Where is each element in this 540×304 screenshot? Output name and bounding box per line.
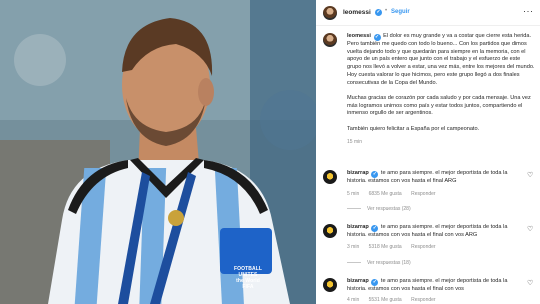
comment-likes[interactable]: 6835 Me gusta (369, 191, 402, 197)
comment-verified-icon: ✓ (371, 279, 379, 286)
caption-username[interactable]: leomessi (347, 33, 371, 39)
post-side-panel: leomessi ✓ • Seguir ··· leomessi ✓ El do… (316, 0, 540, 304)
messi-photo-illustration (0, 0, 316, 304)
reply-button[interactable]: Responder (411, 244, 435, 250)
comment-time: 4 min (347, 297, 360, 303)
caption-paragraph-3: También quiero felicitar a España por el… (347, 125, 480, 132)
comment-meta: 4 min 5531 Me gusta Responder (347, 297, 444, 303)
comment-meta: 5 min 6835 Me gusta Responder (347, 191, 444, 197)
view-replies-link[interactable]: Ver respuestas (28) (347, 206, 411, 212)
caption-author-avatar[interactable] (323, 33, 337, 47)
post-photo: FOOTBALL UNITES the World FIFA (0, 0, 316, 304)
like-comment-icon[interactable]: ♡ (527, 280, 534, 287)
comment-likes[interactable]: 5318 Me gusta (369, 244, 402, 250)
comment-text: bizarrap ✓ te amo para siempre. el mejor… (347, 170, 527, 186)
comment-username[interactable]: bizarrap (347, 170, 369, 176)
comment-likes[interactable]: 5531 Me gusta (369, 297, 402, 303)
reply-button[interactable]: Responder (411, 297, 435, 303)
comment-avatar[interactable] (323, 224, 337, 238)
comment-username[interactable]: bizarrap (347, 224, 369, 230)
caption-paragraph-2: Muchas gracias de corazón por cada salud… (347, 94, 531, 117)
view-replies-label[interactable]: Ver respuestas (18) (367, 260, 411, 266)
comment-time: 5 min (347, 191, 360, 197)
view-replies-link[interactable]: Ver respuestas (18) (347, 260, 411, 266)
comment-verified-icon: ✓ (371, 225, 379, 232)
comment-avatar[interactable] (323, 278, 337, 292)
view-replies-label[interactable]: Ver respuestas (28) (367, 206, 411, 212)
author-avatar[interactable] (323, 6, 337, 20)
comment-text: bizarrap ✓ te amo para siempre. el mejor… (347, 278, 527, 294)
comment-time: 3 min (347, 244, 360, 250)
armband-line-4: FIFA (242, 284, 254, 290)
separator-dot: • (385, 8, 388, 14)
replies-divider (347, 208, 361, 210)
comment-avatar[interactable] (323, 170, 337, 184)
like-comment-icon[interactable]: ♡ (527, 226, 534, 233)
comment-verified-icon: ✓ (371, 171, 379, 178)
caption-verified-icon: ✓ (373, 34, 381, 41)
follow-button[interactable]: Seguir (391, 9, 410, 15)
armband-text: FOOTBALL UNITES the World FIFA (226, 266, 270, 290)
verified-icon: ✓ (375, 9, 382, 16)
replies-divider (347, 262, 361, 264)
caption-paragraph-1: El dolor es muy grande y va a costar que… (347, 33, 535, 86)
comment-username[interactable]: bizarrap (347, 278, 369, 284)
post-caption: leomessi ✓ El dolor es muy grande y va a… (347, 33, 535, 147)
reply-button[interactable]: Responder (411, 191, 435, 197)
post-header: leomessi ✓ • Seguir ··· (316, 0, 540, 26)
like-comment-icon[interactable]: ♡ (527, 172, 534, 179)
comment-meta: 3 min 5318 Me gusta Responder (347, 244, 444, 250)
comment-text: bizarrap ✓ te amo para siempre. el mejor… (347, 224, 527, 240)
author-username[interactable]: leomessi (343, 9, 371, 16)
post-timestamp: 15 min (347, 139, 363, 146)
more-options-icon[interactable]: ··· (523, 6, 534, 16)
